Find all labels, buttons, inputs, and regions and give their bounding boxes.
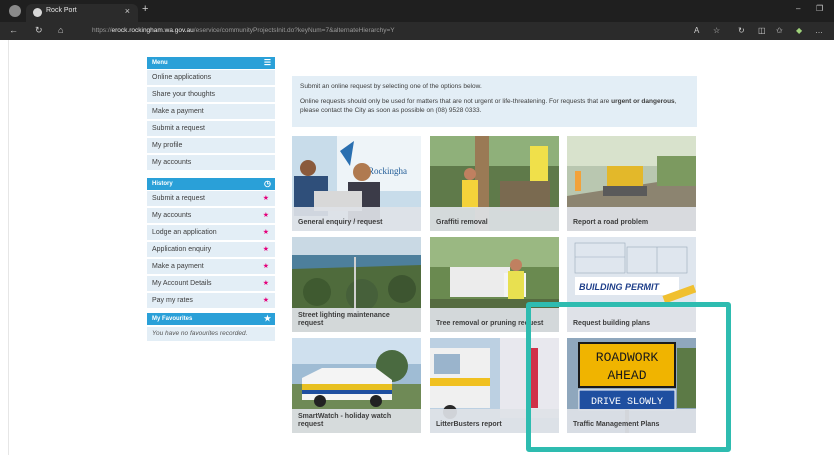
tile-label: General enquiry / request	[292, 207, 421, 231]
tile-label: Report a road problem	[567, 207, 696, 231]
new-tab-button[interactable]: +	[142, 3, 148, 15]
star-icon[interactable]: ★	[263, 191, 269, 207]
star-icon[interactable]: ★	[263, 242, 269, 258]
tile-label: Street lighting maintenance request	[292, 308, 421, 332]
history-item[interactable]: Pay my rates ★	[147, 293, 275, 309]
history-item-label: Lodge an application	[152, 229, 217, 236]
favourites-title: My Favourites	[152, 316, 193, 322]
tile-smartwatch[interactable]: SmartWatch - holiday watch request	[292, 338, 421, 433]
history-item-label: My Account Details	[152, 280, 212, 287]
history-item[interactable]: Submit a request ★	[147, 191, 275, 207]
history-item-label: Make a payment	[152, 263, 204, 270]
more-menu-icon[interactable]: …	[815, 26, 823, 35]
menu-item-submit-a-request[interactable]: Submit a request	[147, 121, 275, 137]
browser-tab[interactable]: Rock Port ×	[26, 4, 138, 22]
tile-general-enquiry[interactable]: Rockingha General enquiry / request	[292, 136, 421, 231]
tile-graffiti-removal[interactable]: Graffiti removal	[430, 136, 559, 231]
highlight-box	[526, 302, 731, 452]
favourites-panel-header: My Favourites ★	[147, 313, 275, 325]
read-aloud-icon[interactable]: A	[694, 26, 699, 35]
intro-line-1: Submit an online request by selecting on…	[300, 83, 482, 90]
history-item[interactable]: Make a payment ★	[147, 259, 275, 275]
clock-icon: ◷	[264, 179, 271, 188]
building-permit-text: BUILDING PERMIT	[579, 282, 661, 292]
history-item-label: Pay my rates	[152, 297, 193, 304]
star-icon: ★	[263, 314, 271, 323]
url-host: erock.rockingham.wa.gov.au	[111, 27, 194, 34]
tile-report-road-problem[interactable]: Report a road problem	[567, 136, 696, 231]
url-field[interactable]: https://erock.rockingham.wa.gov.au/eserv…	[82, 25, 682, 37]
history-item[interactable]: My accounts ★	[147, 208, 275, 224]
menu-item-my-accounts[interactable]: My accounts	[147, 155, 275, 171]
intro-box: Submit an online request by selecting on…	[292, 76, 697, 127]
star-icon[interactable]: ★	[263, 276, 269, 292]
hamburger-icon[interactable]: ☰	[264, 57, 271, 69]
tile-label: Graffiti removal	[430, 207, 559, 231]
extension-icon[interactable]: ◆	[796, 26, 802, 35]
tab-title: Rock Port	[46, 7, 77, 14]
site-favicon-icon	[33, 8, 42, 17]
menu-item-make-a-payment[interactable]: Make a payment	[147, 104, 275, 120]
history-title: History	[152, 181, 173, 187]
minimize-icon[interactable]: –	[796, 4, 800, 13]
menu-item-online-applications[interactable]: Online applications	[147, 70, 275, 86]
intro-line-2: Online requests should only be used for …	[300, 98, 677, 114]
menu-panel-header: Menu ☰	[147, 57, 275, 69]
back-icon[interactable]: ←	[9, 25, 18, 35]
reload-icon[interactable]: ↻	[35, 25, 43, 36]
history-item[interactable]: Lodge an application ★	[147, 225, 275, 241]
tab-close-icon[interactable]: ×	[125, 6, 130, 16]
browser-tab-bar: Rock Port × + – ❐	[0, 0, 834, 22]
profile-avatar-icon[interactable]	[9, 5, 21, 17]
star-icon[interactable]: ★	[263, 208, 269, 224]
url-path: /eservice/communityProjectsInit.do?keyNu…	[193, 27, 395, 34]
menu-item-share-your-thoughts[interactable]: Share your thoughts	[147, 87, 275, 103]
rockingham-sign-text: Rockingha	[368, 166, 407, 176]
history-item[interactable]: Application enquiry ★	[147, 242, 275, 258]
home-icon[interactable]: ⌂	[58, 25, 63, 35]
star-icon[interactable]: ★	[263, 259, 269, 275]
favourites-empty-text: You have no favourites recorded.	[147, 327, 275, 341]
history-item-label: Application enquiry	[152, 246, 212, 253]
star-icon[interactable]: ★	[263, 225, 269, 241]
star-icon[interactable]: ★	[263, 293, 269, 309]
tile-street-lighting[interactable]: Street lighting maintenance request	[292, 237, 421, 332]
history-item[interactable]: My Account Details ★	[147, 276, 275, 292]
refresh-icon[interactable]: ↻	[738, 26, 745, 35]
browser-address-bar: ← ↻ ⌂ https://erock.rockingham.wa.gov.au…	[0, 22, 834, 40]
split-screen-icon[interactable]: ◫	[758, 26, 766, 35]
history-item-label: My accounts	[152, 212, 192, 219]
favorite-star-icon[interactable]: ☆	[713, 26, 720, 35]
menu-item-my-profile[interactable]: My profile	[147, 138, 275, 154]
url-prefix: https://	[92, 27, 112, 34]
restore-icon[interactable]: ❐	[816, 4, 823, 13]
history-panel-header: History ◷	[147, 178, 275, 190]
menu-title: Menu	[152, 60, 168, 66]
favorites-icon[interactable]: ✩	[776, 26, 783, 35]
tile-label: SmartWatch - holiday watch request	[292, 409, 421, 433]
history-item-label: Submit a request	[152, 195, 205, 202]
